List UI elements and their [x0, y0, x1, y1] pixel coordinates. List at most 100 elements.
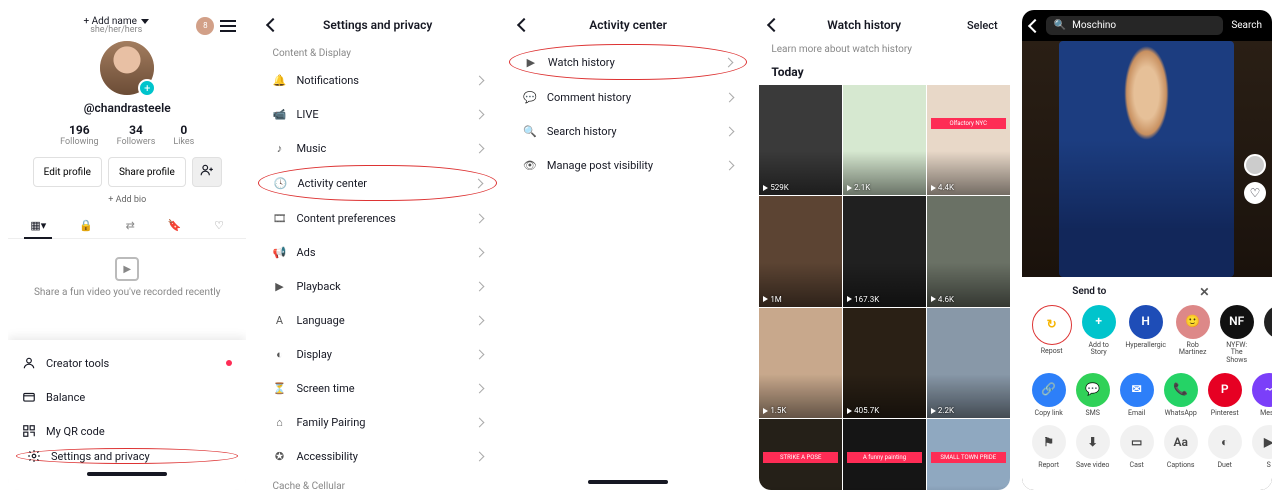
- row-family-pairing[interactable]: ⌂Family Pairing: [258, 405, 496, 439]
- close-icon[interactable]: ✕: [1147, 285, 1262, 299]
- video-thumb[interactable]: 2.1K: [843, 85, 926, 195]
- row-playback[interactable]: ▶Playback: [258, 269, 496, 303]
- row-music[interactable]: ♪Music: [258, 131, 496, 165]
- video-thumb[interactable]: 4.4KOlfactory NYC: [927, 85, 1010, 195]
- video-result[interactable]: ♡: [1022, 41, 1272, 277]
- row-activity-center[interactable]: 🕓Activity center: [258, 165, 496, 201]
- gear-icon: [27, 449, 41, 463]
- share-target[interactable]: ⚑Report: [1032, 425, 1066, 470]
- user-handle: @chandrasteele: [84, 101, 171, 115]
- header: Activity center: [509, 10, 747, 40]
- search-icon: 🔍: [523, 124, 537, 138]
- add-bio-link[interactable]: + Add bio: [108, 195, 146, 205]
- send-to-header: Send to✕: [1022, 285, 1272, 305]
- menu-label: My QR code: [46, 425, 105, 438]
- share-target[interactable]: 🙂Rob Martinez: [1176, 305, 1210, 365]
- stat-followers[interactable]: 34Followers: [117, 123, 156, 147]
- profile-header: + @chandrasteele 196Following 34Follower…: [8, 41, 246, 205]
- tab-liked[interactable]: ♡: [206, 213, 232, 238]
- tab-saved[interactable]: 🔖: [160, 213, 190, 238]
- row-search-history[interactable]: 🔍Search history: [509, 114, 747, 148]
- hourglass-icon: ⏳: [272, 381, 286, 395]
- edit-profile-button[interactable]: Edit profile: [33, 157, 102, 187]
- video-thumb[interactable]: 2.2K: [927, 308, 1010, 418]
- row-language[interactable]: ALanguage: [258, 303, 496, 337]
- stat-following[interactable]: 196Following: [60, 123, 99, 147]
- select-button[interactable]: Select: [967, 19, 998, 32]
- video-thumb[interactable]: SMALL TOWN PRIDE: [927, 419, 1010, 490]
- search-button[interactable]: Search: [1229, 20, 1264, 31]
- row-content-prefs[interactable]: 🎞Content preferences: [258, 201, 496, 235]
- share-contacts-row: ↻Repost +Add to Story HHyperallergic 🙂Rob M…: [1022, 305, 1272, 373]
- settings-list: 🔔Notifications 📹LIVE ♪Music 🕓Activity ce…: [258, 63, 496, 473]
- row-watch-history[interactable]: ▶Watch history: [509, 44, 747, 80]
- video-thumb[interactable]: 4.6K: [927, 196, 1010, 306]
- hamburger-icon[interactable]: [220, 20, 236, 32]
- share-target[interactable]: ↻Repost: [1032, 305, 1072, 365]
- row-live[interactable]: 📹LIVE: [258, 97, 496, 131]
- qr-icon: [22, 424, 36, 438]
- share-profile-button[interactable]: Share profile: [108, 157, 186, 187]
- account-switcher[interactable]: 8: [196, 17, 214, 35]
- share-target[interactable]: 💬SMS: [1076, 373, 1110, 418]
- share-target[interactable]: WW: [1264, 305, 1272, 365]
- tab-locked[interactable]: 🔒: [71, 213, 101, 238]
- wallet-icon: [22, 390, 36, 404]
- share-target[interactable]: 🔗Copy link: [1032, 373, 1066, 418]
- like-button[interactable]: ♡: [1244, 182, 1266, 204]
- search-input[interactable]: 🔍 Moschino: [1046, 16, 1224, 35]
- share-target[interactable]: ~Mess: [1252, 373, 1272, 418]
- watch-history-screen: Watch history Select Learn more about wa…: [759, 10, 1009, 490]
- video-thumb[interactable]: 167.3K: [843, 196, 926, 306]
- add-friends-button[interactable]: [192, 157, 222, 187]
- share-target[interactable]: AaCaptions: [1164, 425, 1198, 470]
- learn-more-link[interactable]: Learn more about watch history: [759, 40, 1009, 61]
- back-icon[interactable]: [1028, 18, 1042, 32]
- row-manage-visibility[interactable]: 👁Manage post visibility: [509, 148, 747, 182]
- profile-tabs: ▦▾ 🔒 ⇄ 🔖 ♡: [8, 213, 246, 239]
- row-comment-history[interactable]: 💬Comment history: [509, 80, 747, 114]
- share-target[interactable]: ✉Email: [1120, 373, 1154, 418]
- bottom-sheet: Creator tools Balance My QR code Setting…: [8, 340, 246, 490]
- share-target[interactable]: 📞WhatsApp: [1164, 373, 1198, 418]
- tab-reposts[interactable]: ⇄: [118, 213, 143, 238]
- menu-creator-tools[interactable]: Creator tools: [8, 346, 246, 380]
- chevron-down-icon: [141, 19, 149, 24]
- video-thumb[interactable]: A funny painting: [843, 419, 926, 490]
- share-target[interactable]: ◐Duet: [1208, 425, 1242, 470]
- row-display[interactable]: ◐Display: [258, 337, 496, 371]
- row-screen-time[interactable]: ⏳Screen time: [258, 371, 496, 405]
- settings-screen: Settings and privacy Content & Display 🔔…: [258, 10, 496, 490]
- menu-settings-privacy[interactable]: Settings and privacy: [16, 448, 238, 464]
- name-dropdown[interactable]: + Add name she/her/hers: [83, 16, 148, 35]
- bell-icon: 🔔: [272, 73, 286, 87]
- row-notifications[interactable]: 🔔Notifications: [258, 63, 496, 97]
- video-thumb[interactable]: STRIKE A POSE: [759, 419, 842, 490]
- menu-label: Creator tools: [46, 357, 109, 370]
- video-icon: 🎞: [272, 211, 286, 225]
- creator-avatar[interactable]: [1244, 154, 1266, 176]
- share-target[interactable]: HHyperallergic: [1126, 305, 1166, 365]
- share-target[interactable]: PPinterest: [1208, 373, 1242, 418]
- page-title: Settings and privacy: [268, 18, 486, 32]
- video-thumb[interactable]: 1M: [759, 196, 842, 306]
- video-thumbnail: [1059, 41, 1234, 277]
- row-accessibility[interactable]: ✪Accessibility: [258, 439, 496, 473]
- share-target[interactable]: ▭Cast: [1120, 425, 1154, 470]
- share-target[interactable]: NFNYFW: The Shows: [1220, 305, 1254, 365]
- video-thumb[interactable]: 405.7K: [843, 308, 926, 418]
- menu-balance[interactable]: Balance: [8, 380, 246, 414]
- stat-likes[interactable]: 0Likes: [173, 123, 194, 147]
- share-target[interactable]: ▶S: [1252, 425, 1272, 470]
- video-thumb[interactable]: 1.5K: [759, 308, 842, 418]
- menu-label: Balance: [46, 391, 85, 404]
- video-thumb[interactable]: 529K: [759, 85, 842, 195]
- activity-list: ▶Watch history 💬Comment history 🔍Search …: [509, 44, 747, 182]
- share-target[interactable]: +Add to Story: [1082, 305, 1116, 365]
- share-target[interactable]: ⬇Save video: [1076, 425, 1110, 470]
- tab-grid[interactable]: ▦▾: [22, 213, 54, 238]
- search-topbar: 🔍 Moschino Search: [1022, 10, 1272, 41]
- row-ads[interactable]: 📢Ads: [258, 235, 496, 269]
- live-icon: 📹: [272, 107, 286, 121]
- menu-qr-code[interactable]: My QR code: [8, 414, 246, 448]
